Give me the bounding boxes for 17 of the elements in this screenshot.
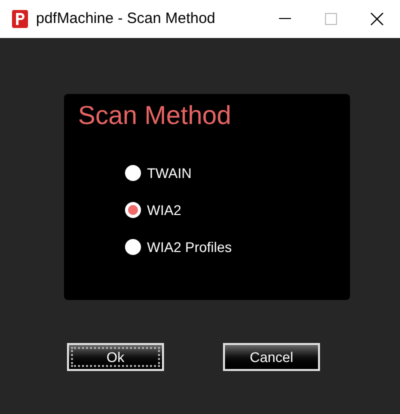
radio-button[interactable] bbox=[125, 165, 141, 181]
window-title: pdfMachine - Scan Method bbox=[36, 8, 216, 29]
maximize-icon bbox=[325, 13, 337, 25]
radio-label: WIA2 Profiles bbox=[147, 238, 232, 256]
radio-button[interactable] bbox=[125, 239, 141, 255]
radio-option[interactable]: TWAIN bbox=[125, 162, 192, 184]
radio-option[interactable]: WIA2 Profiles bbox=[125, 236, 232, 258]
radio-label: TWAIN bbox=[147, 164, 192, 182]
minimize-icon bbox=[279, 18, 291, 20]
dialog-button[interactable]: Cancel bbox=[223, 343, 320, 371]
radio-button[interactable] bbox=[125, 202, 141, 218]
radio-label: WIA2 bbox=[147, 200, 182, 220]
app-logo-icon bbox=[12, 10, 28, 28]
close-icon bbox=[370, 12, 384, 26]
radio-option[interactable]: WIA2 bbox=[125, 199, 182, 221]
panel-title: Scan Method bbox=[78, 99, 232, 132]
dialog-button[interactable]: Ok bbox=[67, 343, 164, 371]
